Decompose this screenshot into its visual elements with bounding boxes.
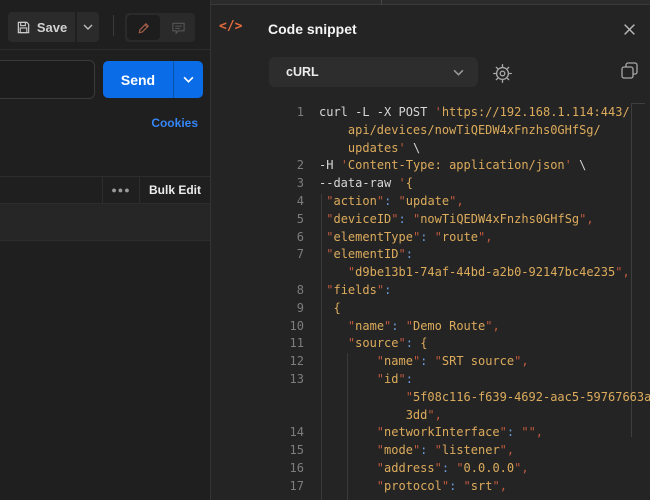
line-number — [211, 407, 304, 425]
code-snippet-panel: </> Code snippet cURL — [210, 0, 650, 500]
line-number: 13 — [211, 371, 304, 389]
line-number: 14 — [211, 424, 304, 442]
line-number: 1 — [211, 104, 304, 122]
code-line: 8 "fields": — [211, 282, 650, 300]
code-line: 9 { — [211, 300, 650, 318]
save-icon — [16, 20, 31, 35]
line-number: 4 — [211, 193, 304, 211]
code-line: 2-H 'Content-Type: application/json' \ — [211, 157, 650, 175]
line-number: 10 — [211, 318, 304, 336]
save-button-label: Save — [37, 20, 67, 35]
code-line: "5f08c116-f639-4692-aac5-59767663a — [211, 389, 650, 407]
request-toolbar: Save — [0, 0, 210, 50]
save-options-button[interactable] — [77, 12, 99, 42]
language-select-value: cURL — [286, 65, 319, 79]
code-line: 14 "networkInterface": "", — [211, 424, 650, 442]
code-icon: </> — [219, 19, 242, 34]
panel-top-strip — [211, 0, 650, 5]
line-number: 16 — [211, 460, 304, 478]
line-number: 6 — [211, 229, 304, 247]
pencil-icon — [137, 21, 151, 35]
code-line: 4 "action": "update", — [211, 193, 650, 211]
line-number: 5 — [211, 211, 304, 229]
close-button[interactable] — [617, 17, 641, 41]
comment-icon — [171, 21, 186, 35]
toolbar-icon-group — [125, 13, 195, 42]
top-strip-divider — [381, 0, 382, 5]
line-number: 8 — [211, 282, 304, 300]
panel-title: Code snippet — [268, 21, 357, 37]
chevron-down-icon — [83, 24, 93, 30]
line-number — [211, 122, 304, 140]
close-icon — [623, 23, 636, 36]
line-number: 2 — [211, 157, 304, 175]
chevron-down-icon — [183, 76, 194, 83]
code-line: 11 "source": { — [211, 335, 650, 353]
bulk-edit-button[interactable]: Bulk Edit — [140, 177, 210, 203]
code-line: 6 "elementType": "route", — [211, 229, 650, 247]
code-line: 16 "address": "0.0.0.0", — [211, 460, 650, 478]
code-line: 3--data-raw '{ — [211, 175, 650, 193]
chevron-down-icon — [453, 69, 464, 76]
toolbar-divider — [113, 15, 114, 36]
line-number: 7 — [211, 246, 304, 264]
params-header-spacer — [0, 177, 102, 203]
code-line: 13 "id": — [211, 371, 650, 389]
more-options-icon[interactable]: ●●● — [102, 177, 140, 203]
code-line: 7 "elementID": — [211, 246, 650, 264]
comments-button[interactable] — [162, 13, 195, 42]
line-number — [211, 389, 304, 407]
send-button[interactable]: Send — [103, 61, 203, 98]
url-input[interactable] — [0, 60, 95, 99]
code-line: 15 "mode": "listener", — [211, 442, 650, 460]
code-line: api/devices/nowTiQEDW4xFnzhs0GHfSg/ — [211, 122, 650, 140]
request-panel: Save — [0, 0, 210, 500]
snippet-settings-button[interactable] — [490, 61, 514, 85]
line-number — [211, 264, 304, 282]
line-number: 15 — [211, 442, 304, 460]
code-line: "d9be13b1-74af-44bd-a2b0-92147bc4e235", — [211, 264, 650, 282]
code-line: 12 "name": "SRT source", — [211, 353, 650, 371]
send-options-button[interactable] — [173, 61, 203, 98]
code-line: 10 "name": "Demo Route", — [211, 318, 650, 336]
send-button-label[interactable]: Send — [103, 61, 173, 98]
code-editor[interactable]: 1curl -L -X POST 'https://192.168.1.114:… — [211, 104, 650, 500]
save-button[interactable]: Save — [8, 12, 75, 42]
key-value-row[interactable] — [0, 204, 210, 241]
code-line: 5 "deviceID": "nowTiQEDW4xFnzhs0GHfSg", — [211, 211, 650, 229]
line-number: 12 — [211, 353, 304, 371]
line-number: 9 — [211, 300, 304, 318]
copy-snippet-button[interactable] — [617, 58, 641, 82]
code-line: 3dd", — [211, 407, 650, 425]
gear-icon — [492, 63, 513, 84]
line-number: 17 — [211, 478, 304, 496]
code-line: 1curl -L -X POST 'https://192.168.1.114:… — [211, 104, 650, 122]
line-number — [211, 140, 304, 158]
code-line: updates' \ — [211, 140, 650, 158]
copy-icon — [620, 61, 639, 80]
code-line: 17 "protocol": "srt", — [211, 478, 650, 496]
params-header-row: ●●● Bulk Edit — [0, 176, 210, 204]
language-select[interactable]: cURL — [269, 57, 478, 87]
line-number: 11 — [211, 335, 304, 353]
line-number: 3 — [211, 175, 304, 193]
app-window: Save — [0, 0, 650, 500]
edit-request-button[interactable] — [127, 15, 160, 40]
cookies-link[interactable]: Cookies — [151, 116, 198, 130]
